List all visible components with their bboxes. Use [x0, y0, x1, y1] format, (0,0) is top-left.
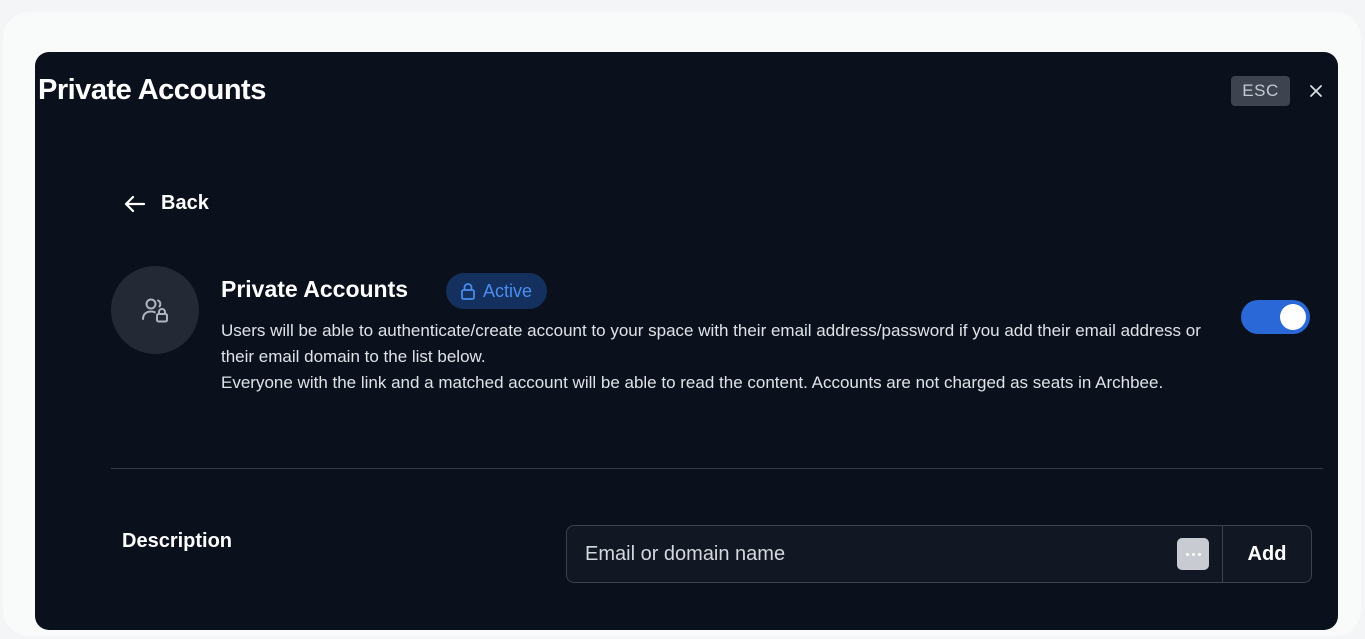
private-accounts-avatar [111, 266, 199, 354]
status-badge-label: Active [483, 280, 533, 301]
section-description: Users will be able to authenticate/creat… [221, 318, 1221, 396]
description-paragraph: Everyone with the link and a matched acc… [221, 373, 1164, 392]
add-button[interactable]: Add [1222, 526, 1311, 582]
close-icon [1310, 85, 1322, 97]
back-label: Back [161, 192, 209, 214]
divider [111, 468, 1323, 469]
email-domain-input[interactable] [567, 526, 1164, 582]
lock-icon [461, 283, 475, 300]
private-accounts-modal: Private Accounts ESC Back Private Accoun… [35, 52, 1338, 630]
description-label: Description [122, 530, 233, 552]
more-options-button[interactable] [1164, 526, 1222, 582]
status-badge: Active [446, 273, 548, 309]
description-paragraph: Users will be able to authenticate/creat… [221, 321, 1201, 366]
arrow-left-icon [124, 195, 146, 212]
user-lock-icon [142, 298, 168, 323]
toggle-knob [1280, 304, 1306, 330]
esc-key-badge[interactable]: ESC [1231, 76, 1290, 106]
email-input-group: Add [566, 525, 1312, 583]
page-frame: Private Accounts ESC Back Private Accoun… [3, 12, 1361, 636]
close-button[interactable] [1305, 80, 1327, 102]
section-title: Private Accounts [221, 276, 409, 302]
back-link[interactable]: Back [123, 192, 209, 215]
more-dots-icon [1177, 538, 1209, 570]
private-accounts-toggle[interactable] [1241, 300, 1310, 334]
modal-title: Private Accounts [38, 74, 266, 106]
